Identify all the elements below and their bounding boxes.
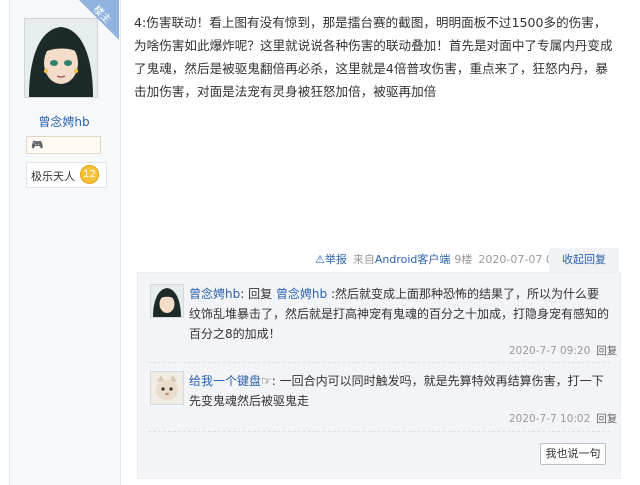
reply-action: 回复 [244,287,276,301]
reply-text: 曾念娉hb: 回复 曾念娉hb :然后就变成上面那种恐怖的结果了，所以为什么要纹… [189,284,609,344]
author-name-link[interactable]: 曾念娉hb [9,113,119,130]
reply-button[interactable]: 回复 [596,413,617,425]
reply-button[interactable]: 回复 [596,345,617,357]
reply-emoji-icon: ☞ [261,374,272,388]
medal-slot[interactable]: 🎮 [26,136,101,154]
source-prefix: 来自 [352,253,375,266]
reply-divider [148,362,610,363]
reply-avatar[interactable] [150,284,184,318]
reply-list: 曾念娉hb: 回复 曾念娉hb :然后就变成上面那种恐怖的结果了，所以为什么要纹… [137,272,621,479]
rank-level-icon: 12 [80,165,99,184]
rank-label: 极乐天人 [31,170,75,183]
reply-author-link[interactable]: 给我一个键盘 [189,374,261,388]
reply-author-link[interactable]: 曾念娉hb [189,287,240,301]
client-app-link[interactable]: Android客户端 [375,251,451,267]
rank-badge[interactable]: 极乐天人 12 [26,162,107,188]
reply-divider [148,431,610,432]
reply-avatar[interactable] [150,371,184,405]
post-content: 4:伤害联动！看上图有没有惊到，那是擂台赛的截图，明明面板不过1500多的伤害，… [134,15,613,99]
warning-triangle-icon: ⚠ [315,253,325,266]
op-badge: 楼主 [79,0,119,40]
cat-avatar-icon [151,372,183,404]
collapse-replies-button[interactable]: 收起回复 [549,248,619,272]
reply-time: 2020-7-7 10:02 [509,413,591,425]
avatar-portrait-icon [151,285,183,317]
reply-meta: 2020-7-7 09:20 回复 [509,343,617,358]
reply-meta: 2020-7-7 10:02 回复 [509,411,617,426]
reply-text: 给我一个键盘☞: 一回合内可以同时触发吗，就是先算特效再结算伤害，打一下先变鬼魂… [189,371,609,411]
gamepad-medal-icon: 🎮 [31,140,44,151]
reply-target-link[interactable]: 曾念娉hb [276,287,327,301]
report-label: 举报 [324,253,347,266]
reply-time: 2020-7-7 09:20 [509,345,591,357]
report-link[interactable]: ⚠举报 [315,251,347,267]
say-something-button[interactable]: 我也说一句 [540,443,606,465]
floor-number: 9楼 [454,253,473,266]
post-tail: ⚠举报 来自 Android客户端 9楼 2020-07-07 09:20 [315,251,578,267]
